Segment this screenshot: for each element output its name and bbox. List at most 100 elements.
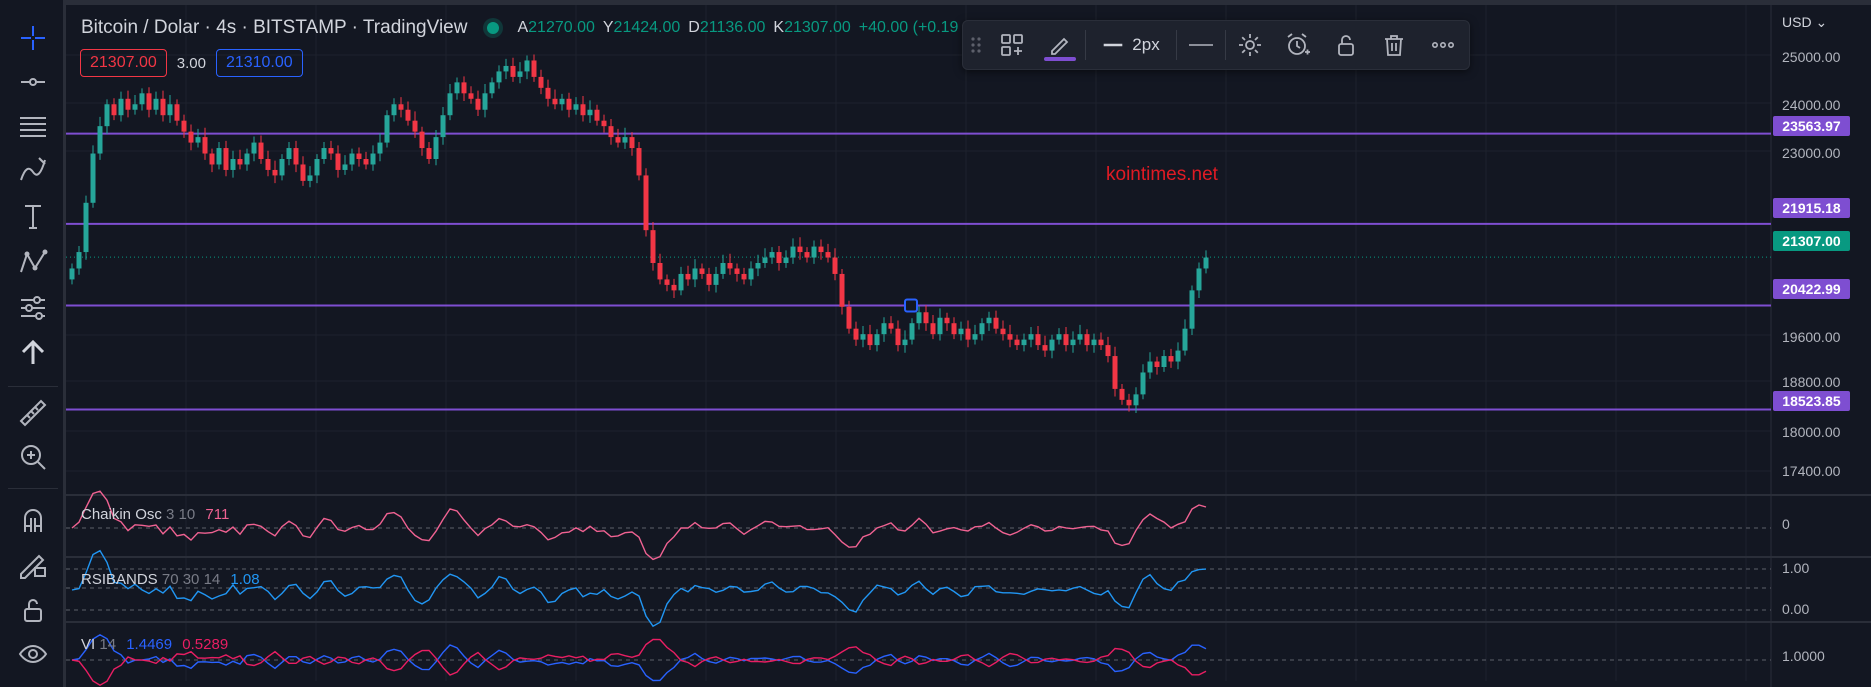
ohlc-close-value: 21307.00 [784,19,851,36]
candle-body [930,323,936,335]
candle-body [643,175,649,231]
visibility-tool[interactable] [12,636,54,672]
candle-body [419,131,425,149]
fib-retracement-tool[interactable] [12,108,54,144]
candle-body [678,273,684,291]
indicator-legend-vi[interactable]: VI 14 1.4469 0.5289 [81,636,228,653]
indicator-value: 1.4469 [126,636,173,653]
candle-body [1070,339,1076,346]
candle-body [699,268,705,274]
candle-body [1189,290,1195,329]
candle-body [293,148,299,165]
chart-canvas[interactable] [66,5,1871,687]
candle-body [1147,361,1153,373]
candle-body [461,82,467,94]
spread-value: 3.00 [176,54,206,72]
candle-body [482,93,488,110]
sell-price-button[interactable]: 21307.00 [80,49,167,77]
candle-body [608,126,614,138]
candle-body [1105,345,1111,357]
horizontal-line-label[interactable]: 21915.18 [1773,198,1850,218]
candle-body [552,98,558,105]
candle-body [1154,361,1160,367]
forecast-tool[interactable] [12,290,54,326]
candle-body [881,323,887,335]
candle-body [139,93,145,105]
candle-body [1175,350,1181,362]
line-style-button[interactable] [1177,21,1225,69]
candle-body [118,98,124,116]
trash-icon [1385,35,1403,56]
templates-button[interactable] [989,21,1035,69]
price-tick: 18800.00 [1782,374,1841,390]
text-icon [25,205,41,229]
candle-body [1063,334,1069,346]
candle-body [440,115,446,138]
zoom-in-tool[interactable] [12,439,54,475]
unlock-tool[interactable] [12,592,54,628]
text-tool[interactable] [12,198,54,234]
line-handle [904,298,918,313]
candle-body [475,98,481,110]
delete-button[interactable] [1370,21,1418,69]
arrow-tool[interactable] [12,334,54,370]
candle-body [965,328,971,340]
candle-body [615,137,621,143]
candle-body [923,312,929,324]
candle-body [1112,356,1118,389]
chart-area[interactable] [66,5,1871,687]
lock-button[interactable] [1322,21,1370,69]
horizontal-line-label[interactable]: 23563.97 [1773,116,1850,136]
unlock-icon [24,599,42,622]
candle-body [888,323,894,329]
price-tick: 23000.00 [1782,145,1841,161]
crosshair-tool[interactable] [12,20,54,56]
drag-handle-icon [971,37,981,53]
magnet-icon [24,509,42,532]
pattern-tool[interactable] [12,244,54,280]
settings-button[interactable] [1226,21,1274,69]
candle-body [160,98,166,116]
candle-body [524,60,530,72]
candle-body [468,93,474,99]
forecast-icon [21,296,45,320]
candle-body [328,148,334,154]
brush-icon [20,157,46,181]
candle-body [979,323,985,335]
candle-body [1126,399,1132,406]
more-button[interactable] [1418,21,1468,69]
trend-line-tool[interactable] [12,64,54,100]
candle-body [944,317,950,324]
candle-body [587,109,593,116]
zoom-in-icon [21,445,46,470]
indicator-legend-rsibands[interactable]: RSIBANDS 70 30 14 1.08 [81,571,260,588]
currency-selector[interactable]: USD ⌄ [1782,14,1827,31]
indicator-legend-chaikin[interactable]: Chaikin Osc 3 10 711 [81,506,229,523]
candle-body [734,268,740,274]
lock-drawing-tool[interactable] [12,546,54,582]
line-width-button[interactable]: 2px [1086,21,1176,69]
drag-handle[interactable] [963,21,989,69]
symbol-title[interactable]: Bitcoin / Dolar · 4s · BITSTAMP · Tradin… [81,17,467,39]
horizontal-line-label[interactable]: 20422.99 [1773,279,1850,299]
line-color-button[interactable] [1035,21,1085,69]
candle-body [559,98,565,105]
indicator-value: 1.08 [230,571,260,588]
brush-tool[interactable] [12,152,54,188]
candle-body [825,252,831,258]
ruler-tool[interactable] [12,395,54,431]
candle-body [125,98,131,110]
candle-body [377,142,383,154]
magnet-tool[interactable] [12,502,54,538]
candle-body [1056,334,1062,340]
candle-body [902,339,908,346]
market-status-icon [487,22,500,34]
candle-body [895,328,901,346]
horizontal-line-label[interactable]: 18523.85 [1773,391,1850,411]
pencil-icon [1051,37,1069,55]
add-alert-button[interactable] [1274,21,1322,69]
candle-body [510,65,516,77]
candle-body [342,164,348,170]
candle-body [1021,339,1027,346]
buy-price-button[interactable]: 21310.00 [215,49,303,77]
